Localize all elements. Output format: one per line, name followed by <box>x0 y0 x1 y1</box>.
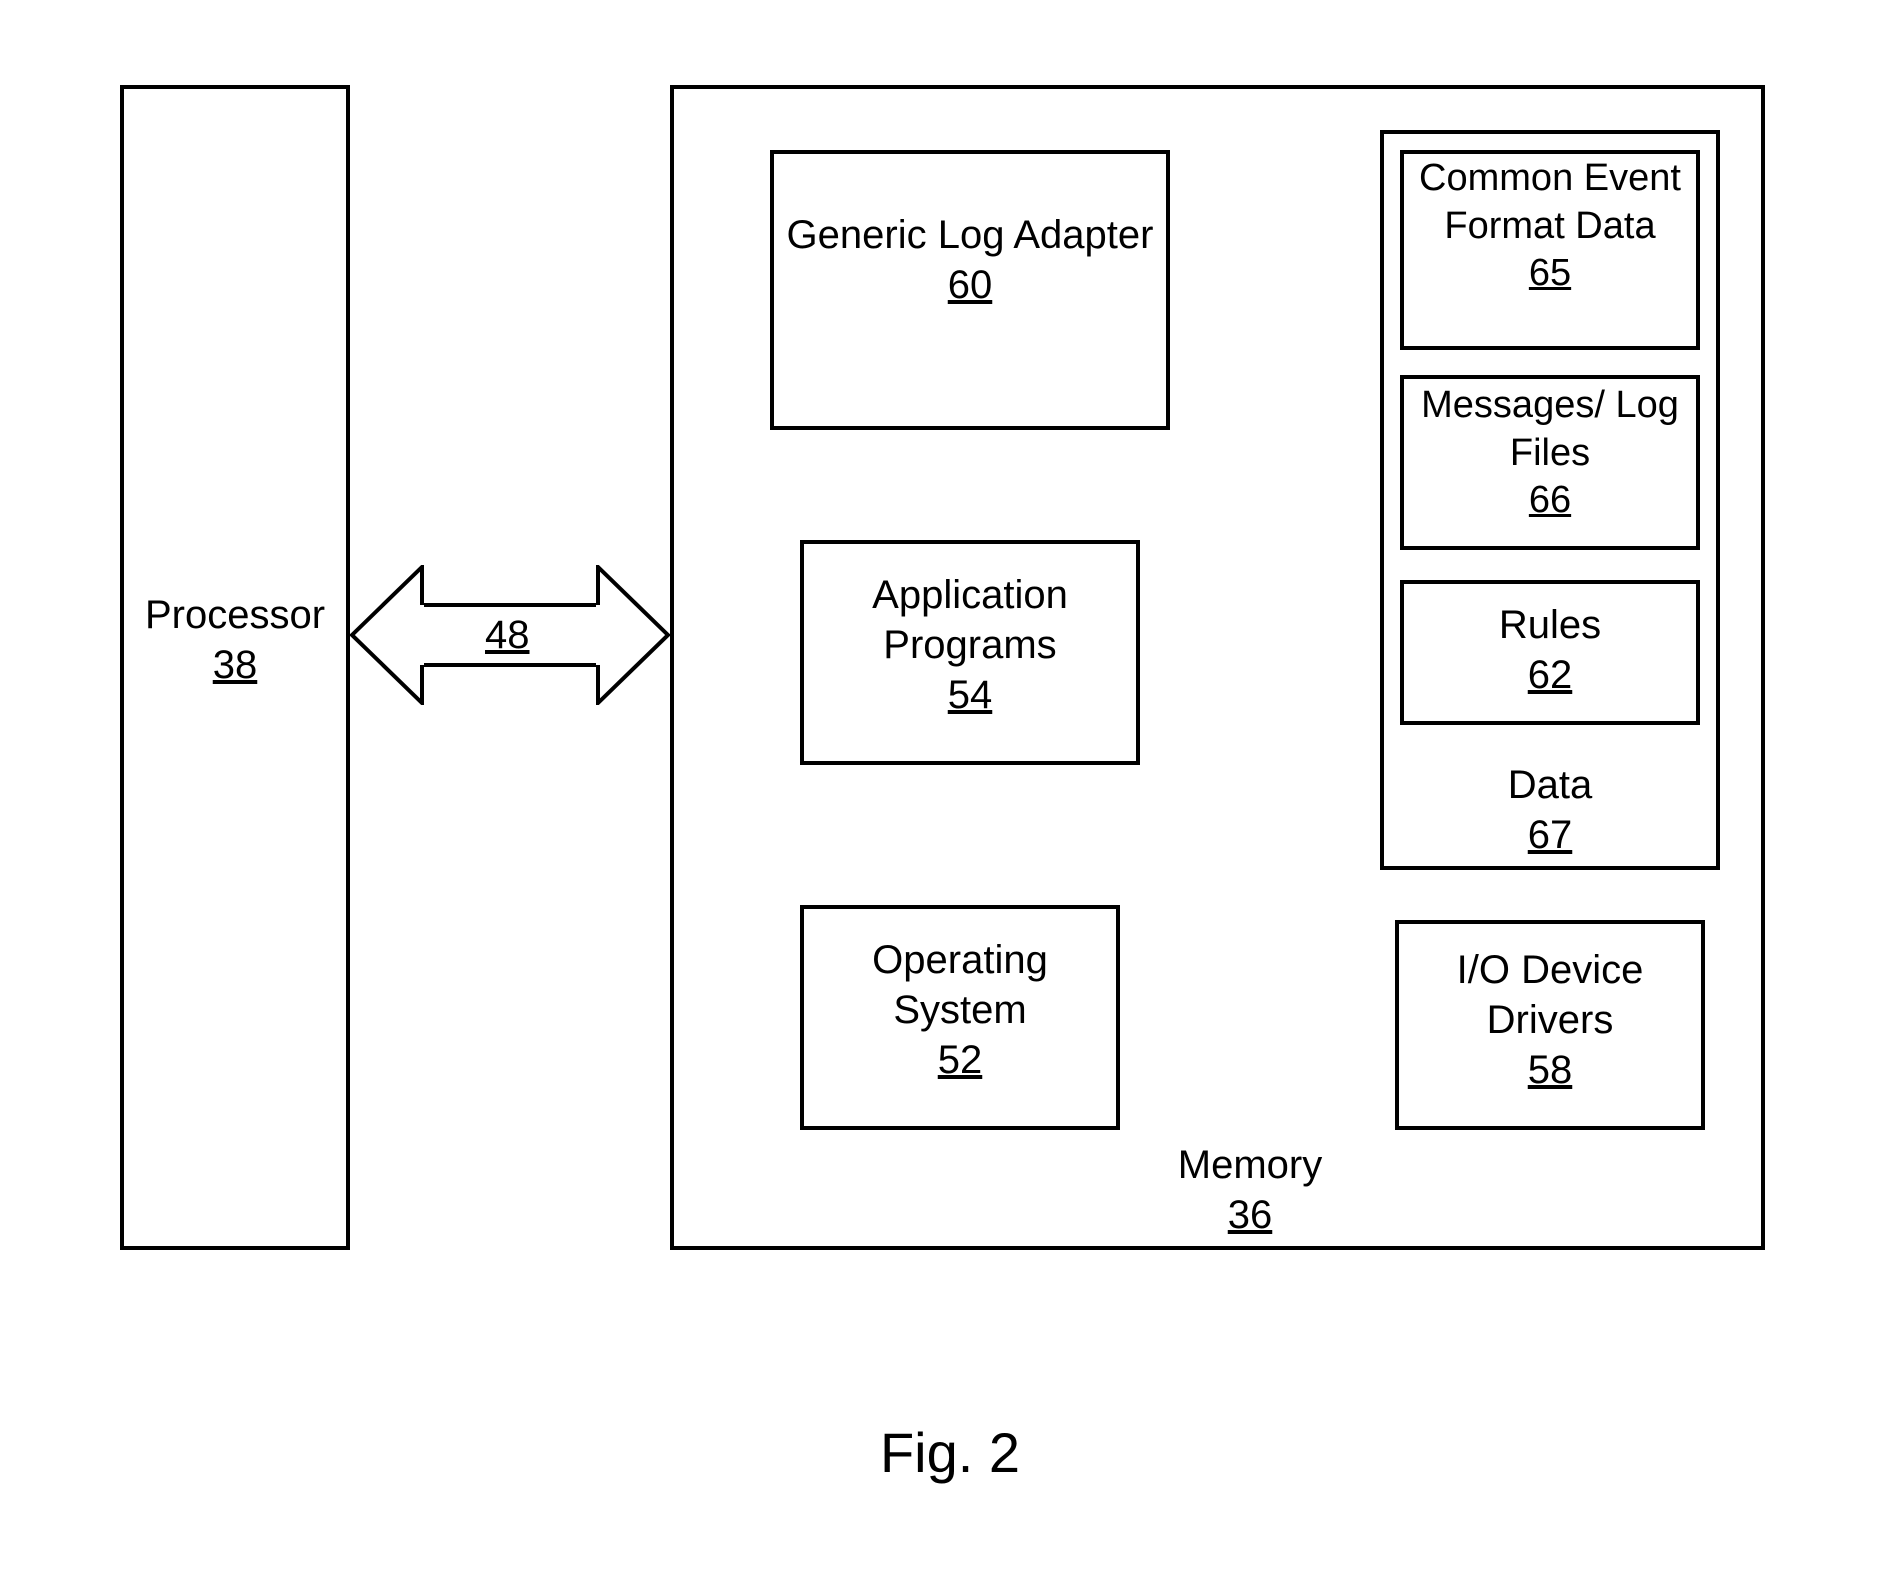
bus-arrow-head-left <box>350 565 424 705</box>
application-programs-label: Application Programs 54 <box>800 570 1140 720</box>
generic-log-adapter-text: Generic Log Adapter <box>770 210 1170 260</box>
processor-label-text: Processor <box>120 590 350 640</box>
data-block-ref: 67 <box>1380 810 1720 860</box>
bus-arrow-head-right <box>596 565 670 705</box>
rules-text: Rules <box>1400 600 1700 650</box>
bus-arrow-ref: 48 <box>485 613 530 658</box>
application-programs-ref: 54 <box>800 670 1140 720</box>
memory-label-text: Memory <box>1120 1140 1380 1190</box>
operating-system-ref: 52 <box>800 1035 1120 1085</box>
memory-ref: 36 <box>1120 1190 1380 1240</box>
messages-log-files-ref: 66 <box>1400 477 1700 525</box>
common-event-format-data-ref: 65 <box>1400 250 1700 298</box>
messages-log-files-text: Messages/ Log Files <box>1400 382 1700 477</box>
messages-log-files-label: Messages/ Log Files 66 <box>1400 382 1700 525</box>
common-event-format-data-label: Common Event Format Data 65 <box>1400 155 1700 298</box>
bus-arrow: 48 <box>350 565 670 705</box>
operating-system-label: Operating System 52 <box>800 935 1120 1085</box>
data-block-label: Data 67 <box>1380 760 1720 860</box>
io-device-drivers-text: I/O Device Drivers <box>1395 945 1705 1045</box>
generic-log-adapter-ref: 60 <box>770 260 1170 310</box>
operating-system-text: Operating System <box>800 935 1120 1035</box>
io-device-drivers-label: I/O Device Drivers 58 <box>1395 945 1705 1095</box>
application-programs-text: Application Programs <box>800 570 1140 670</box>
rules-label: Rules 62 <box>1400 600 1700 700</box>
data-block-text: Data <box>1380 760 1720 810</box>
processor-label: Processor 38 <box>120 590 350 690</box>
generic-log-adapter-label: Generic Log Adapter 60 <box>770 210 1170 310</box>
io-device-drivers-ref: 58 <box>1395 1045 1705 1095</box>
processor-ref: 38 <box>120 640 350 690</box>
common-event-format-data-text: Common Event Format Data <box>1400 155 1700 250</box>
memory-label: Memory 36 <box>1120 1140 1380 1240</box>
rules-ref: 62 <box>1400 650 1700 700</box>
figure-canvas: Processor 38 48 Memory 36 Generic Log Ad… <box>0 0 1888 1579</box>
figure-label: Fig. 2 <box>820 1420 1080 1485</box>
